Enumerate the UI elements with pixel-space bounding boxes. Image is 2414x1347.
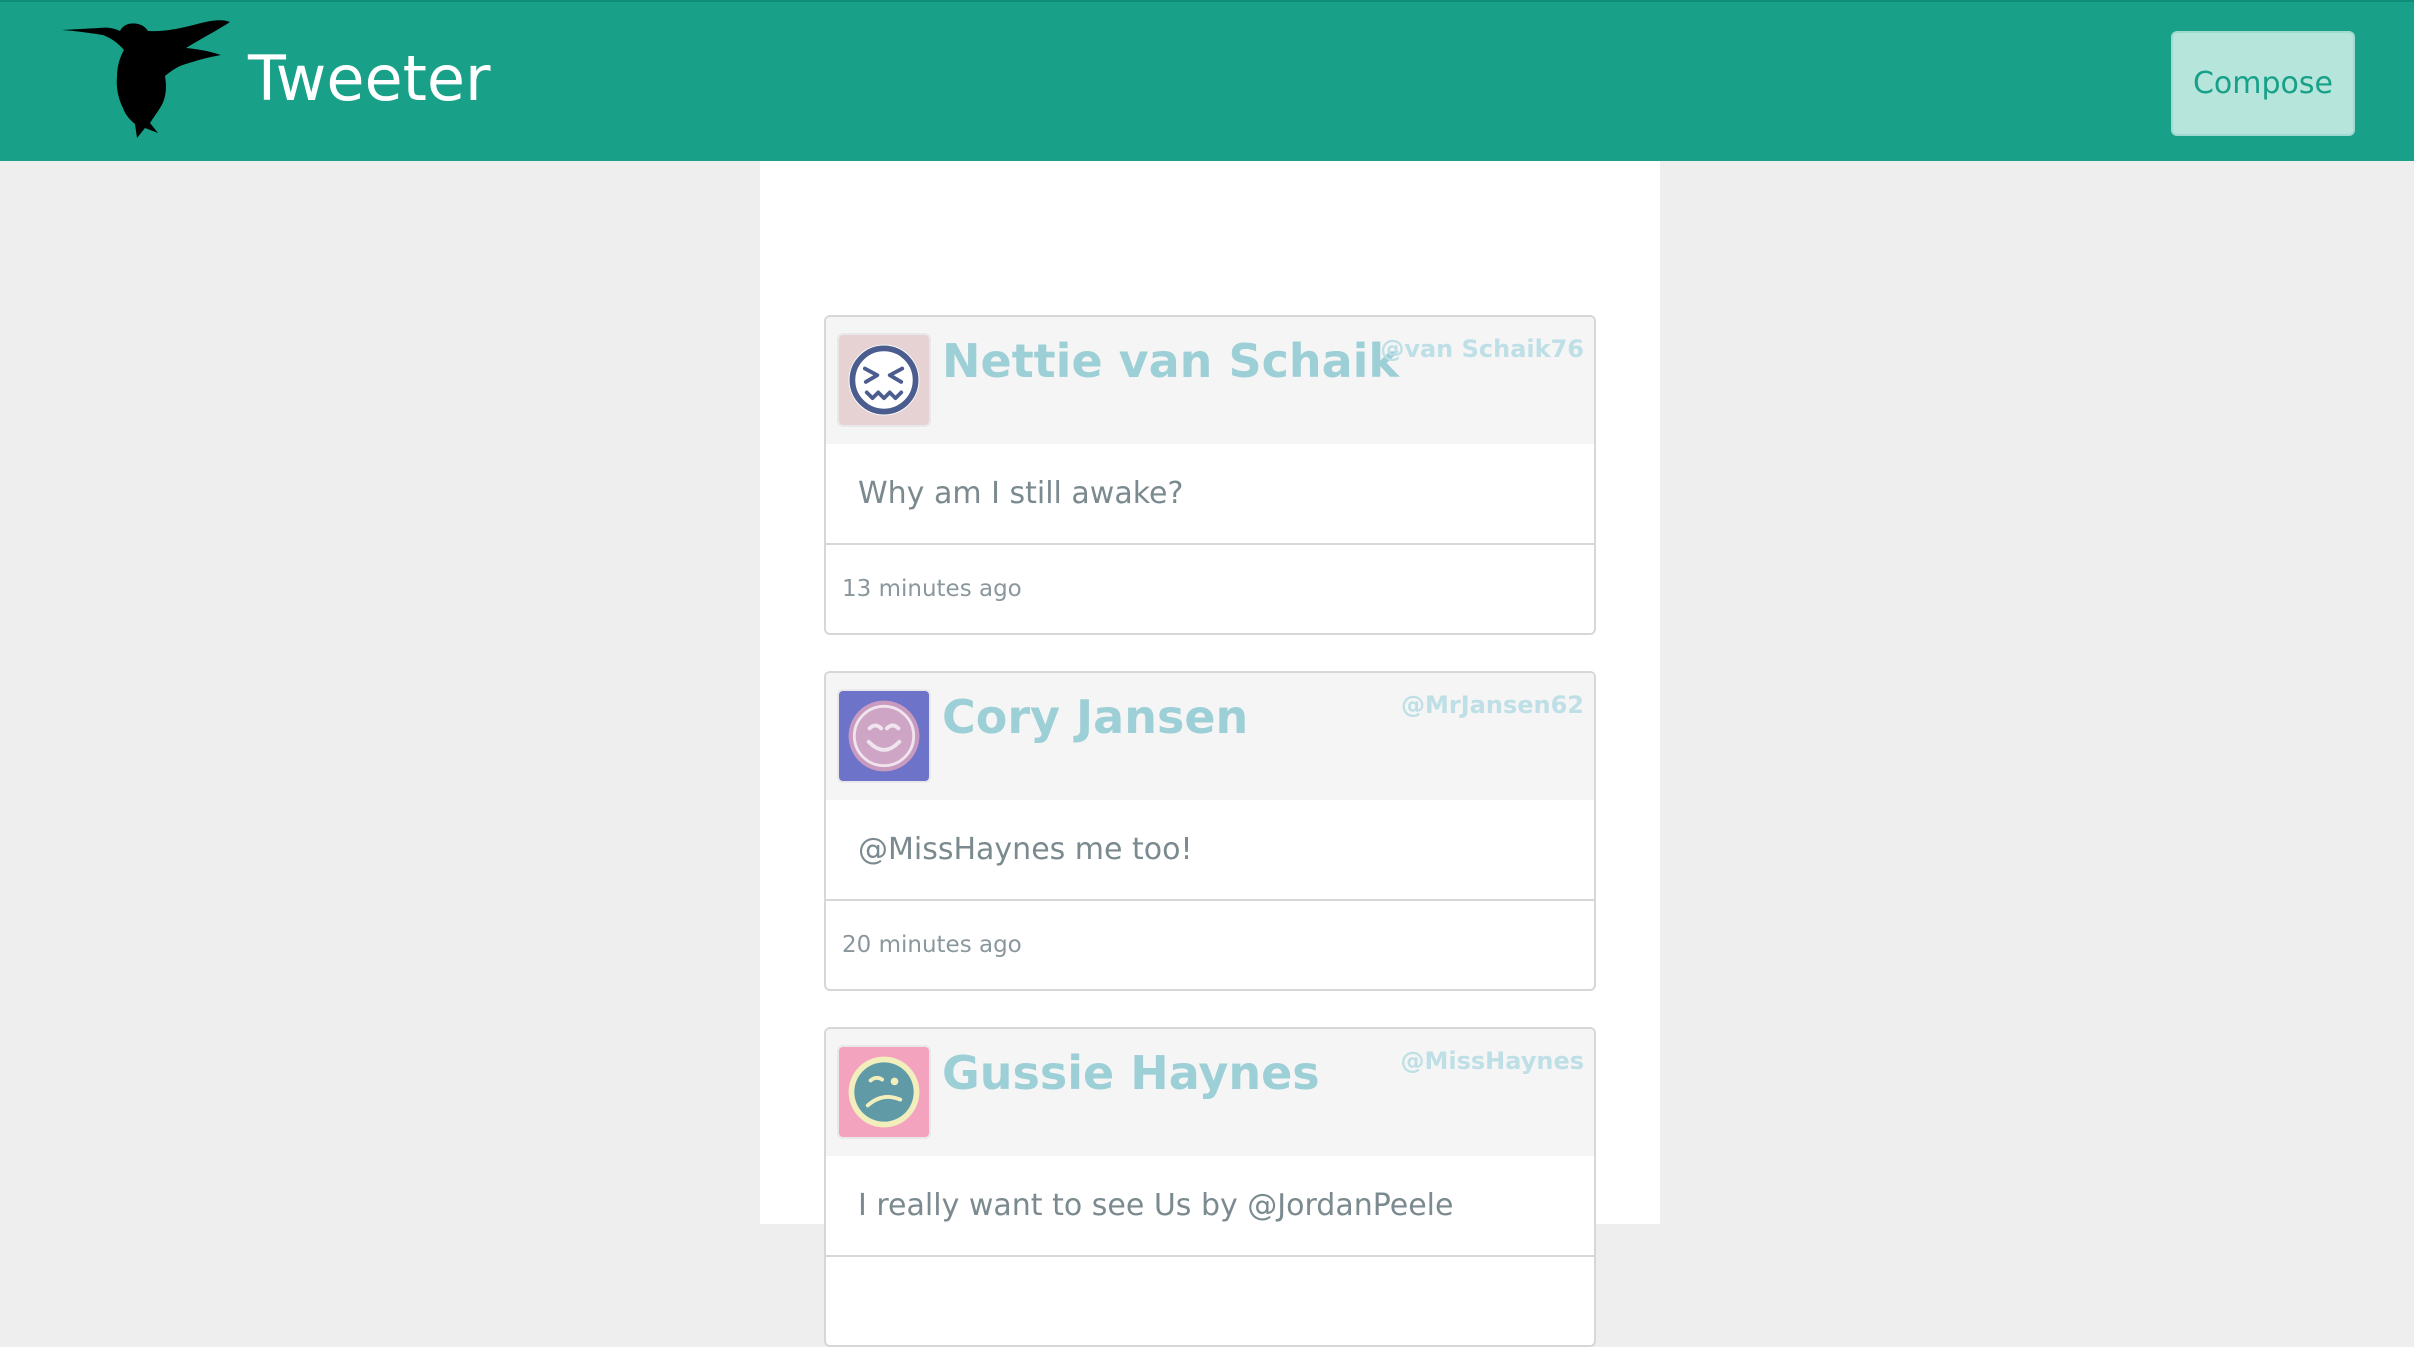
avatar: [837, 333, 931, 427]
smile-face-icon: [839, 691, 929, 781]
author-name[interactable]: Nettie van Schaik: [942, 335, 1399, 388]
tweet-text: I really want to see Us by @JordanPeele: [826, 1156, 1594, 1257]
tweet-card: Cory Jansen @MrJansen62 @MissHaynes me t…: [824, 671, 1596, 991]
avatar: [837, 1045, 931, 1139]
tweet-card: Gussie Haynes @MissHaynes I really want …: [824, 1027, 1596, 1347]
tweet-text: @MissHaynes me too!: [826, 800, 1594, 901]
author-name[interactable]: Cory Jansen: [942, 691, 1248, 744]
hummingbird-icon: [62, 20, 230, 138]
tweet-feed: Nettie van Schaik @van Schaik76 Why am I…: [760, 161, 1660, 1347]
tweet-timestamp: 20 minutes ago: [842, 932, 1022, 958]
top-navigation-bar: Tweeter Compose: [0, 0, 2414, 161]
author-handle[interactable]: @van Schaik76: [1380, 335, 1584, 363]
app-title: Tweeter: [248, 42, 491, 115]
author-handle[interactable]: @MissHaynes: [1400, 1047, 1584, 1075]
author-handle[interactable]: @MrJansen62: [1401, 691, 1584, 719]
tweet-timestamp: [826, 1257, 1594, 1345]
tweet-header: Nettie van Schaik @van Schaik76: [826, 317, 1594, 444]
tweet-text: Why am I still awake?: [826, 444, 1594, 545]
tweet-timestamp: 13 minutes ago: [842, 576, 1022, 602]
tweet-header: Cory Jansen @MrJansen62: [826, 673, 1594, 800]
grimace-face-icon: [839, 335, 929, 425]
confused-face-icon: [839, 1047, 929, 1137]
tweet-header: Gussie Haynes @MissHaynes: [826, 1029, 1594, 1156]
avatar: [837, 689, 931, 783]
author-name[interactable]: Gussie Haynes: [942, 1047, 1320, 1100]
compose-button[interactable]: Compose: [2171, 31, 2355, 136]
brand[interactable]: Tweeter: [62, 20, 491, 138]
tweet-card: Nettie van Schaik @van Schaik76 Why am I…: [824, 315, 1596, 635]
